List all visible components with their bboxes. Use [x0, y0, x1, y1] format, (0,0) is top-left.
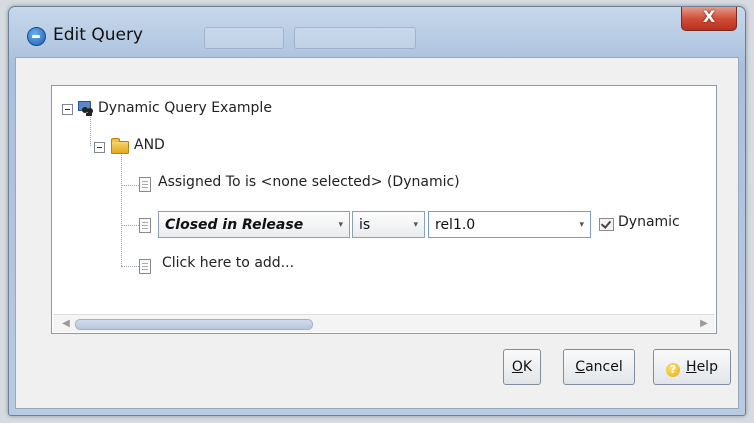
- dynamic-checkbox[interactable]: [599, 218, 614, 231]
- condition-assigned-to[interactable]: Assigned To is <none selected> (Dynamic): [158, 174, 460, 190]
- document-icon: [139, 177, 151, 192]
- ok-mnemonic: O: [511, 359, 523, 375]
- collapse-root-toggle[interactable]: [62, 104, 73, 115]
- scroll-right-icon[interactable]: ▶: [697, 316, 711, 331]
- horizontal-scrollbar[interactable]: ◀ ▶: [53, 314, 715, 332]
- chevron-down-icon: ▾: [413, 220, 418, 230]
- tree-connector: [121, 152, 122, 266]
- tree-connector: [121, 225, 141, 226]
- chevron-down-icon: ▾: [338, 220, 343, 230]
- help-label-rest: elp: [696, 359, 718, 375]
- tree-connector: [90, 114, 91, 146]
- query-icon: [78, 101, 93, 116]
- cancel-mnemonic: C: [575, 359, 586, 375]
- value-combobox-text: rel1.0: [435, 217, 476, 233]
- cancel-button[interactable]: Cancel: [563, 349, 635, 385]
- edit-query-dialog: Edit Query X Dynamic Query Example AND A…: [8, 6, 746, 416]
- help-button[interactable]: ? Help: [653, 349, 731, 385]
- folder-icon: [111, 138, 129, 154]
- document-icon: [139, 259, 151, 274]
- dynamic-label: Dynamic: [618, 214, 680, 230]
- tree-connector: [121, 266, 141, 267]
- document-icon: [139, 218, 151, 233]
- dialog-body: Dynamic Query Example AND Assigned To is…: [15, 57, 739, 409]
- operator-dropdown[interactable]: is ▾: [352, 211, 425, 238]
- tree-root-label[interactable]: Dynamic Query Example: [98, 100, 272, 116]
- tree-connector: [121, 185, 141, 186]
- ok-label-rest: K: [522, 359, 533, 375]
- value-combobox[interactable]: rel1.0 ▾: [428, 211, 591, 238]
- background-ghost-tab: [294, 27, 416, 49]
- add-condition-link[interactable]: Click here to add...: [162, 255, 294, 271]
- cancel-label-rest: ancel: [585, 359, 623, 375]
- query-tree-panel: Dynamic Query Example AND Assigned To is…: [51, 85, 717, 334]
- ok-button[interactable]: OK: [503, 349, 541, 385]
- operator-dropdown-value: is: [359, 217, 371, 233]
- app-icon: [27, 27, 46, 46]
- collapse-group-toggle[interactable]: [94, 142, 105, 153]
- help-mnemonic: H: [686, 359, 697, 375]
- help-icon: ?: [666, 363, 681, 377]
- chevron-down-icon: ▾: [579, 220, 584, 230]
- field-dropdown-value: Closed in Release: [165, 217, 304, 233]
- dialog-title: Edit Query: [53, 25, 143, 45]
- background-ghost-tab: [204, 27, 284, 49]
- field-dropdown[interactable]: Closed in Release ▾: [158, 211, 350, 238]
- close-button[interactable]: X: [681, 7, 737, 31]
- tree-group-label[interactable]: AND: [134, 137, 165, 153]
- scroll-thumb[interactable]: [75, 319, 313, 330]
- scroll-left-icon[interactable]: ◀: [59, 316, 73, 331]
